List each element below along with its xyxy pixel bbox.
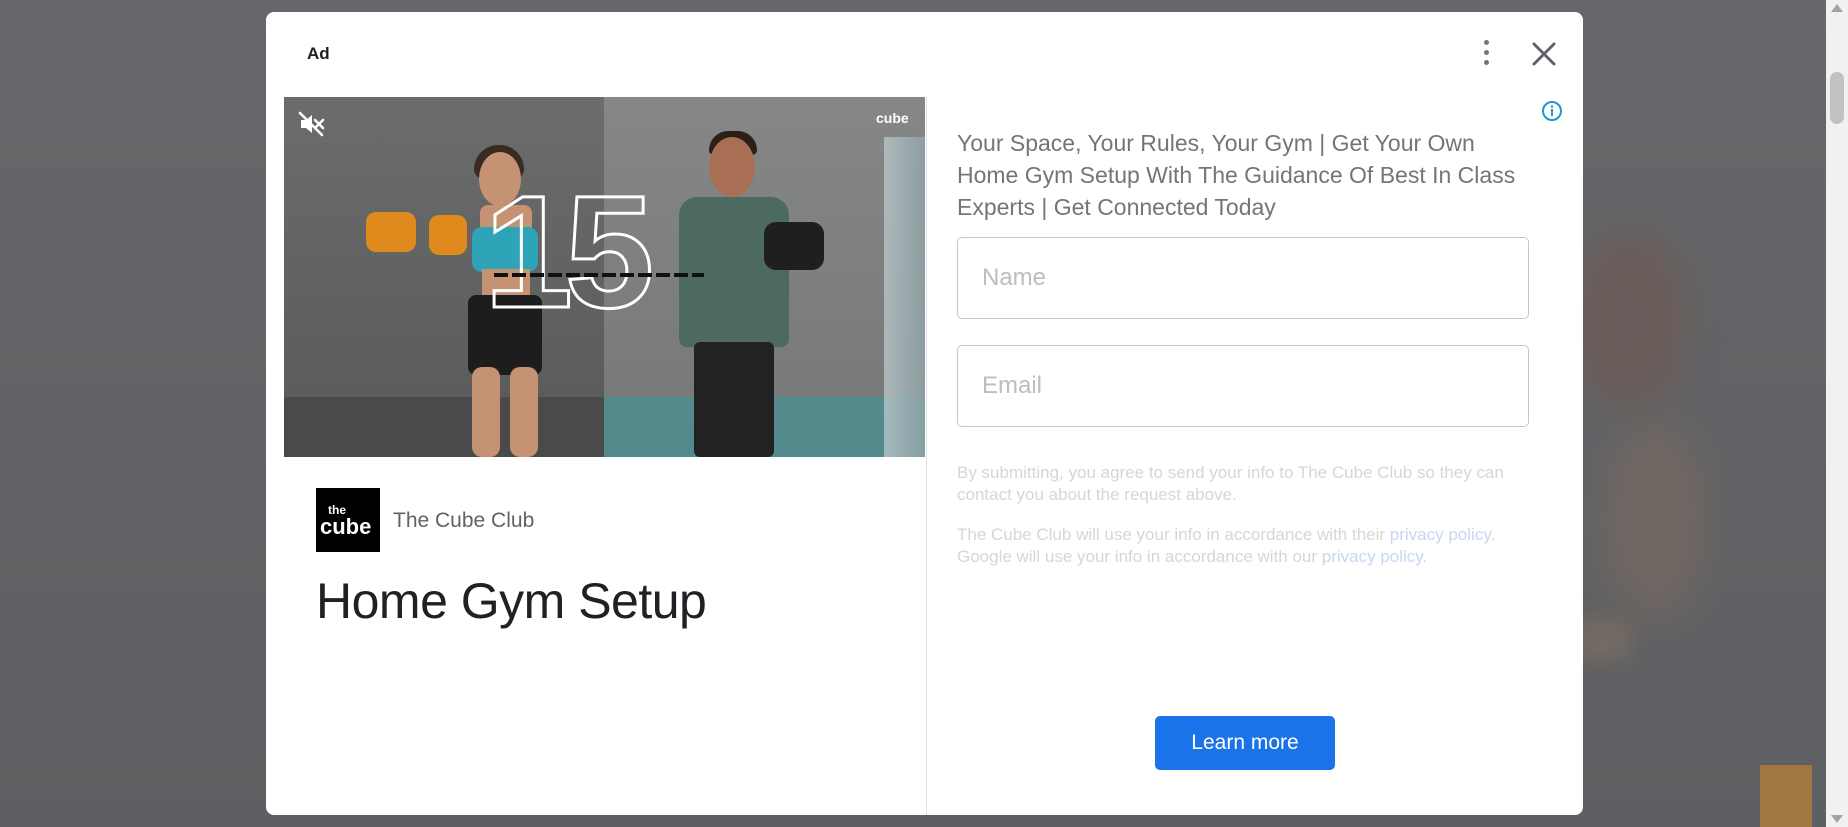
ad-modal: Ad 15 cube the cube The Cube Club Home G… — [266, 12, 1583, 815]
advertiser-name[interactable]: The Cube Club — [393, 509, 534, 533]
more-dot-icon — [1484, 50, 1489, 55]
learn-more-button[interactable]: Learn more — [1155, 716, 1335, 770]
name-input[interactable] — [958, 238, 1528, 318]
mute-button[interactable] — [296, 109, 326, 139]
scroll-down-arrow-icon[interactable] — [1831, 815, 1843, 823]
brand-watermark-logo: cube — [876, 110, 909, 126]
close-button[interactable] — [1528, 38, 1560, 70]
info-icon — [1542, 101, 1562, 121]
background-image-blur — [1600, 420, 1710, 620]
curtain-image — [884, 137, 925, 457]
dumbbell-image — [366, 212, 416, 252]
ad-video[interactable]: 15 cube — [284, 97, 925, 457]
dumbbell-image — [429, 215, 467, 255]
more-options-button[interactable] — [1473, 38, 1499, 68]
column-divider — [926, 97, 927, 815]
google-privacy-link[interactable]: privacy policy — [1322, 547, 1423, 566]
ad-info-button[interactable] — [1541, 100, 1563, 122]
svg-text:cube: cube — [320, 514, 371, 539]
video-countdown: 15 — [483, 162, 656, 341]
ad-label: Ad — [307, 44, 330, 63]
dumbbell-image — [764, 222, 824, 270]
advertiser-privacy-link[interactable]: privacy policy — [1390, 525, 1491, 544]
advertiser-logo: the cube — [316, 488, 380, 552]
form-description: Your Space, Your Rules, Your Gym | Get Y… — [957, 130, 1516, 220]
scroll-up-arrow-icon[interactable] — [1831, 4, 1843, 12]
privacy-text: The Cube Club will use your info in acco… — [957, 525, 1496, 566]
email-input[interactable] — [958, 346, 1528, 426]
name-field[interactable] — [957, 237, 1529, 319]
ad-headline[interactable]: Home Gym Setup — [316, 572, 707, 630]
scroll-thumb[interactable] — [1830, 72, 1844, 124]
muted-speaker-icon — [298, 111, 325, 137]
background-image-blur — [1570, 230, 1690, 410]
background-image-blur — [1760, 765, 1812, 827]
email-field[interactable] — [957, 345, 1529, 427]
svg-text:cube: cube — [876, 110, 909, 126]
close-icon — [1532, 42, 1556, 66]
more-dot-icon — [1484, 40, 1489, 45]
more-dot-icon — [1484, 60, 1489, 65]
page-scrollbar[interactable] — [1826, 0, 1848, 827]
consent-text: By submitting, you agree to send your in… — [957, 463, 1504, 504]
video-progress-line — [494, 273, 704, 277]
